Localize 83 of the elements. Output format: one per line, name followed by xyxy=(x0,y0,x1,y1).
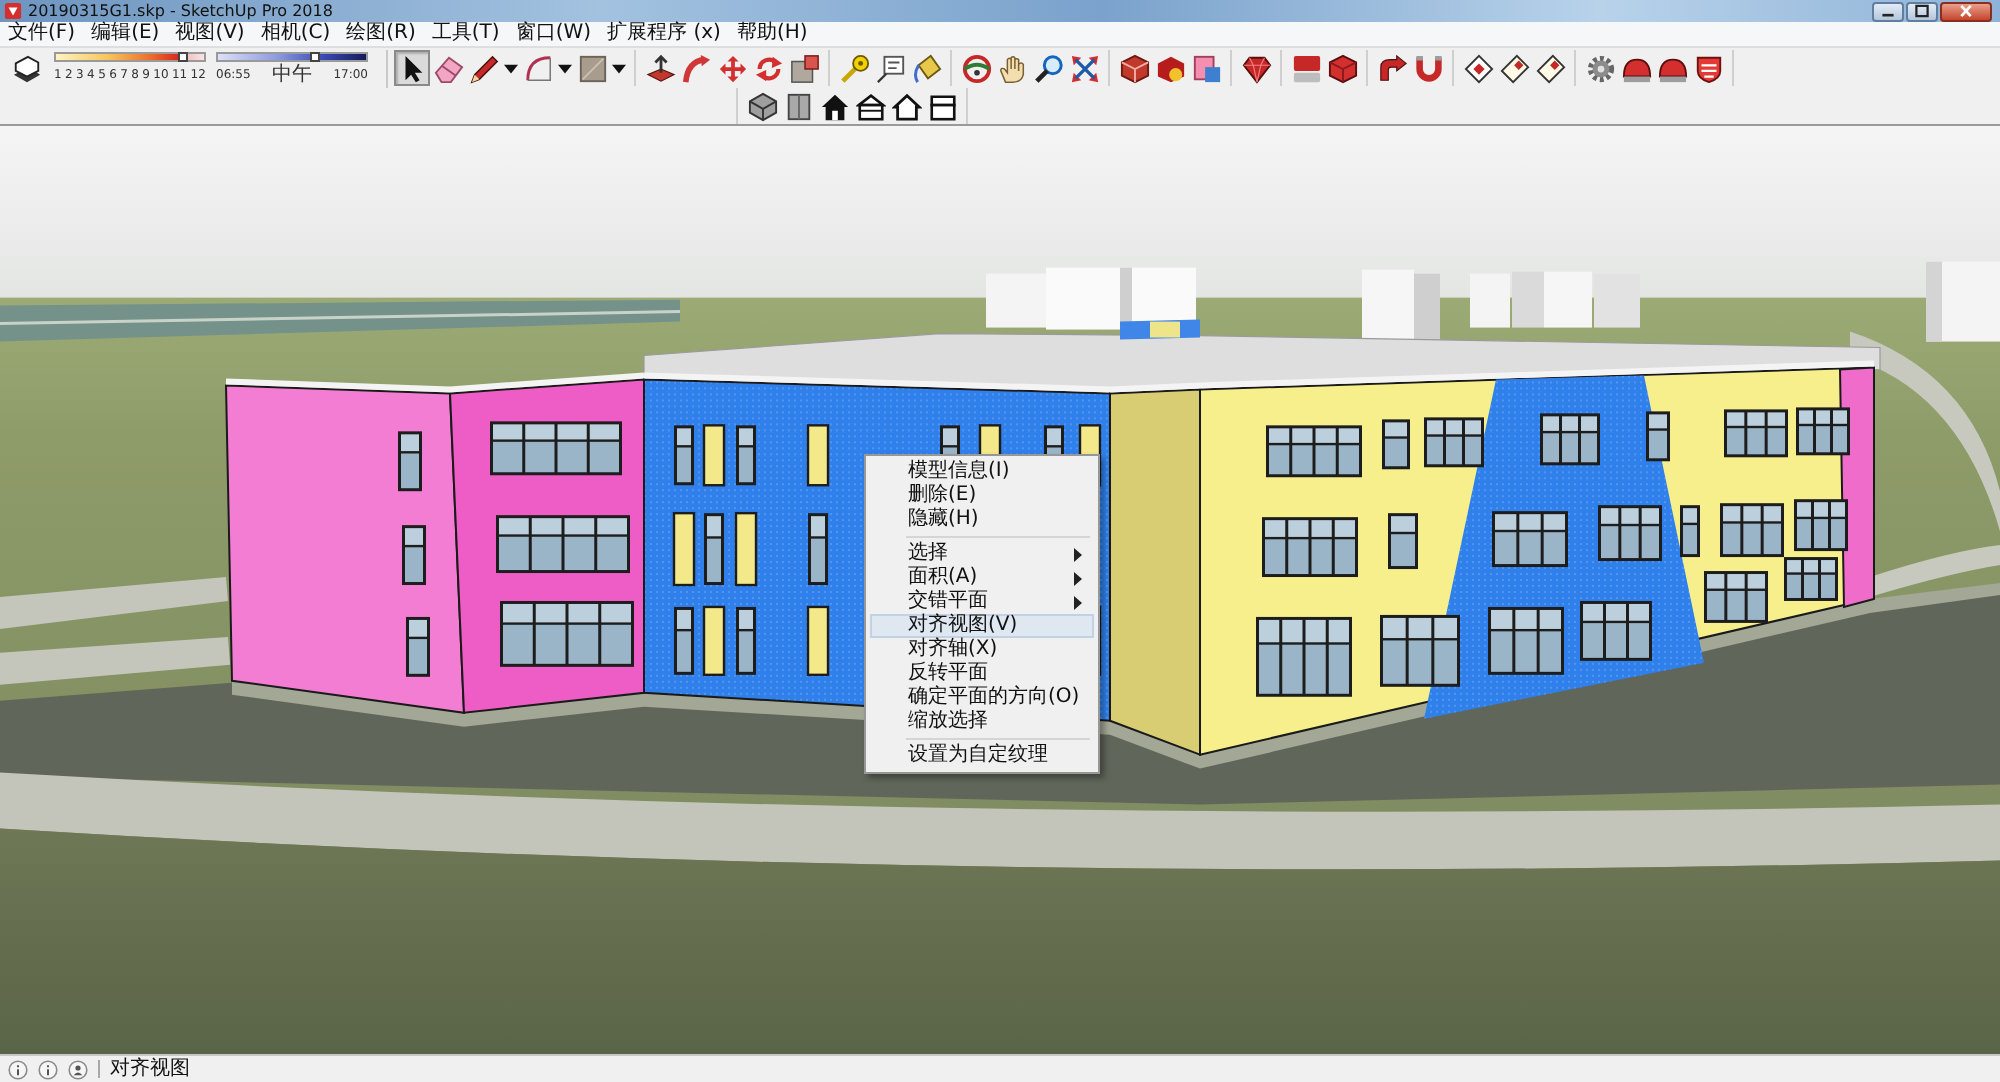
window xyxy=(674,606,694,675)
window-title: 20190315G1.skp - SketchUp Pro 2018 xyxy=(28,0,333,21)
caret-icon[interactable] xyxy=(612,63,626,73)
window xyxy=(1794,499,1848,552)
time-label: 中午 xyxy=(272,63,312,85)
menu-item[interactable]: 绘图(R) xyxy=(346,22,416,46)
window xyxy=(1580,601,1652,661)
context-menu-item[interactable]: 设置为自定纹理 xyxy=(870,744,1094,768)
window xyxy=(1540,413,1600,466)
menu-item[interactable]: 视图(V) xyxy=(175,22,245,46)
window xyxy=(1262,517,1358,578)
distant-building xyxy=(1926,261,2000,342)
context-menu-item[interactable]: 交错平面 xyxy=(870,590,1094,614)
window xyxy=(704,513,724,585)
window xyxy=(736,606,756,675)
window xyxy=(1646,411,1670,462)
menu-item[interactable]: 扩展程序 (x) xyxy=(607,22,721,46)
context-menu-item[interactable]: 模型信息(I) xyxy=(870,460,1094,484)
minimize-button[interactable] xyxy=(1872,1,1904,21)
window xyxy=(1382,419,1410,470)
caret-icon[interactable] xyxy=(558,63,572,73)
window xyxy=(402,525,426,585)
caret-icon[interactable] xyxy=(504,63,518,73)
wall-panel xyxy=(672,511,696,587)
distant-building xyxy=(1362,269,1440,342)
window xyxy=(398,431,422,492)
window xyxy=(1704,571,1768,623)
road xyxy=(1870,545,2000,597)
status-text: 对齐视图 xyxy=(110,1057,190,1081)
context-menu-item[interactable]: 删除(E) xyxy=(870,484,1094,508)
window xyxy=(1724,409,1788,458)
menu-item[interactable]: 文件(F) xyxy=(8,22,76,46)
window xyxy=(1784,557,1838,601)
context-menu-item[interactable]: 缩放选择 xyxy=(870,710,1094,734)
month-slider[interactable] xyxy=(54,51,206,61)
window xyxy=(1380,614,1460,687)
info-circle-icon[interactable] xyxy=(8,1059,28,1079)
wall-panel xyxy=(806,424,830,487)
window xyxy=(674,425,694,486)
menu-item[interactable]: 帮助(H) xyxy=(736,22,808,46)
window xyxy=(736,425,756,486)
maximize-button[interactable] xyxy=(1906,1,1938,21)
window xyxy=(500,601,634,667)
window xyxy=(1256,616,1352,697)
wall-panel xyxy=(806,605,830,677)
info-circle-icon[interactable] xyxy=(38,1059,58,1079)
window xyxy=(1266,425,1362,478)
wall-panel xyxy=(702,424,726,487)
menu-item[interactable]: 工具(T) xyxy=(431,22,500,46)
window xyxy=(1680,505,1700,558)
window xyxy=(1720,503,1784,558)
person-circle-icon[interactable] xyxy=(68,1059,88,1079)
window xyxy=(1388,513,1418,570)
wall-panel xyxy=(702,605,726,677)
wall-panel xyxy=(734,511,758,587)
window xyxy=(1492,511,1568,568)
context-menu-item[interactable]: 对齐轴(X) xyxy=(870,638,1094,662)
context-menu-item[interactable]: 对齐视图(V) xyxy=(870,614,1094,638)
menu-item[interactable]: 编辑(E) xyxy=(91,22,160,46)
close-icon[interactable] xyxy=(1958,4,1974,18)
window xyxy=(1424,417,1484,468)
maximize-icon[interactable] xyxy=(1914,4,1930,18)
window xyxy=(490,421,622,476)
context-menu-item[interactable]: 隐藏(H) xyxy=(870,508,1094,532)
slider-thumb[interactable] xyxy=(312,53,319,59)
context-menu-item[interactable]: 选择 xyxy=(870,542,1094,566)
distant-building xyxy=(1470,271,1544,328)
window xyxy=(808,513,828,585)
distant-wing xyxy=(1120,319,1200,340)
slider-thumb[interactable] xyxy=(180,53,187,59)
window xyxy=(1796,407,1850,456)
context-menu-item[interactable]: 反转平面 xyxy=(870,662,1094,686)
window xyxy=(406,616,430,677)
distant-building xyxy=(1544,271,1640,328)
window xyxy=(1598,505,1662,562)
menu-item[interactable]: 相机(C) xyxy=(260,22,331,46)
context-menu-item[interactable]: 面积(A) xyxy=(870,566,1094,590)
context-menu-item[interactable]: 确定平面的方向(O) xyxy=(870,686,1094,710)
window xyxy=(1488,606,1564,675)
window xyxy=(496,515,630,574)
close-button[interactable] xyxy=(1940,1,1992,21)
time-slider[interactable] xyxy=(216,51,368,61)
menu-item[interactable]: 窗口(W) xyxy=(515,22,592,46)
